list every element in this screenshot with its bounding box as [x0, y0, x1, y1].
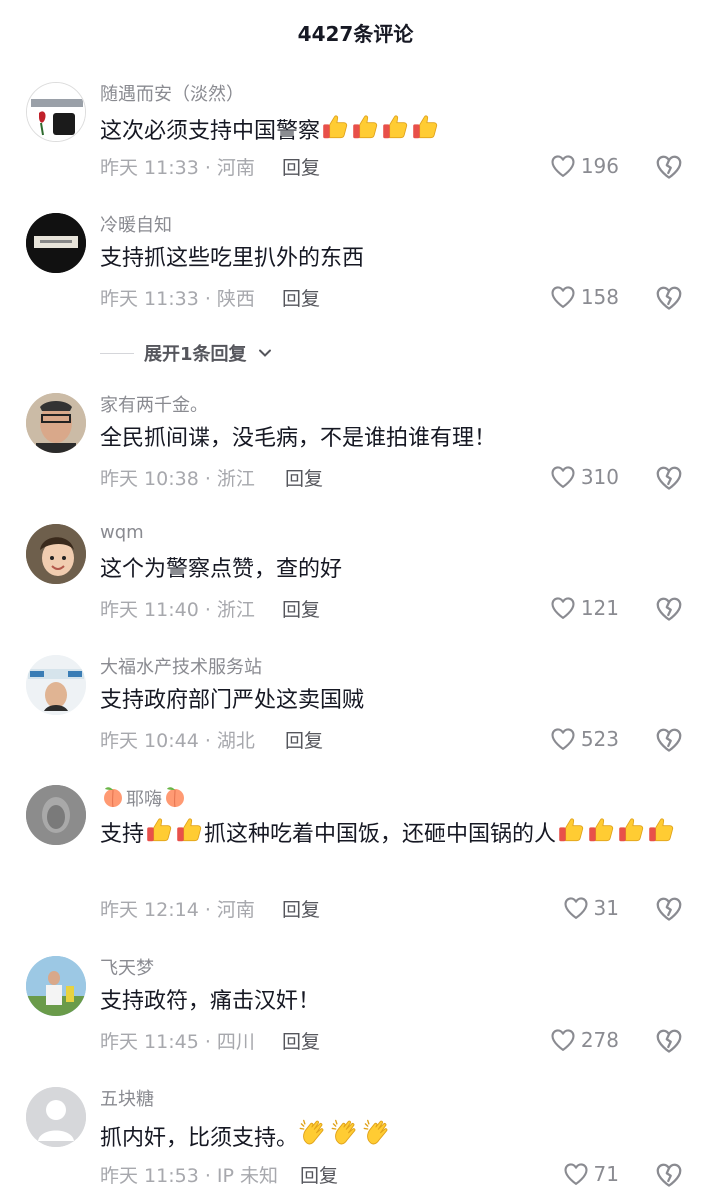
comment-meta: 昨天 10:44 · 湖北: [100, 730, 255, 752]
avatar[interactable]: [26, 1087, 86, 1147]
reply-button[interactable]: 回复: [285, 464, 323, 491]
like-button[interactable]: 278: [549, 1026, 619, 1054]
comment-meta: 昨天 11:53 · IP 未知: [100, 1165, 279, 1187]
avatar[interactable]: [26, 785, 86, 845]
reply-button[interactable]: 回复: [282, 153, 320, 180]
like-button[interactable]: 121: [549, 594, 619, 622]
thumbs-up-emoji: [380, 112, 410, 142]
comment-username[interactable]: 大福水产技术服务站: [100, 653, 262, 679]
like-button[interactable]: 71: [562, 1160, 619, 1188]
comment-text: 这次必须支持中国警察: [100, 112, 690, 148]
like-count: 523: [580, 727, 619, 751]
heart-outline-icon: [549, 1026, 577, 1054]
clapping-hands-emoji: [330, 1117, 362, 1149]
clapping-hands-emoji: [362, 1117, 394, 1149]
comments-header: 4427条评论: [0, 0, 711, 64]
thumbs-up-emoji: [586, 815, 616, 845]
avatar[interactable]: [26, 524, 86, 584]
like-count: 121: [580, 596, 619, 620]
comment-text: 抓内奸，比须支持。: [100, 1117, 690, 1155]
comment-username[interactable]: 家有两千金。: [100, 391, 208, 417]
heart-outline-icon: [562, 894, 590, 922]
thumbs-up-emoji: [410, 112, 440, 142]
expand-replies-button[interactable]: 展开1条回复: [100, 340, 273, 366]
like-button[interactable]: 523: [549, 725, 619, 753]
expand-replies-label: 展开1条回复: [144, 344, 247, 365]
broken-heart-icon[interactable]: [654, 1160, 684, 1190]
like-count: 71: [593, 1162, 619, 1186]
like-count: 310: [580, 465, 619, 489]
like-button[interactable]: 31: [562, 894, 619, 922]
reply-button[interactable]: 回复: [285, 726, 323, 753]
broken-heart-icon[interactable]: [654, 463, 684, 493]
comment-username[interactable]: 耶嗨: [100, 783, 188, 811]
comment-text: 支持政府部门严处这卖国贼: [100, 688, 365, 713]
comment-username[interactable]: 随遇而安（淡然）: [100, 80, 244, 106]
broken-heart-icon[interactable]: [654, 725, 684, 755]
heart-outline-icon: [549, 152, 577, 180]
like-count: 31: [593, 896, 619, 920]
heart-outline-icon: [549, 463, 577, 491]
like-button[interactable]: 158: [549, 283, 619, 311]
thumbs-up-emoji: [144, 815, 174, 845]
avatar[interactable]: [26, 393, 86, 453]
like-count: 278: [580, 1028, 619, 1052]
peach-emoji: [162, 783, 188, 809]
avatar[interactable]: [26, 655, 86, 715]
comment-meta: 昨天 12:14 · 河南: [100, 899, 255, 921]
comment-meta: 昨天 10:38 · 浙江: [100, 468, 255, 490]
broken-heart-icon[interactable]: [654, 894, 684, 924]
avatar[interactable]: [26, 956, 86, 1016]
comment-username[interactable]: 飞天梦: [100, 954, 154, 980]
comment-meta: 昨天 11:33 · 陕西: [100, 288, 255, 310]
heart-outline-icon: [549, 283, 577, 311]
avatar[interactable]: [26, 213, 86, 273]
like-button[interactable]: 196: [549, 152, 619, 180]
broken-heart-icon[interactable]: [654, 283, 684, 313]
avatar[interactable]: [26, 82, 86, 142]
comment-username[interactable]: wqm: [100, 522, 144, 543]
comment-text: 支持政符，痛击汉奸！: [100, 989, 321, 1014]
thumbs-up-emoji: [174, 815, 204, 845]
reply-button[interactable]: 回复: [282, 284, 320, 311]
thumbs-up-emoji: [616, 815, 646, 845]
reply-button[interactable]: 回复: [300, 1161, 338, 1188]
chevron-down-icon: [258, 349, 271, 357]
divider-line: [100, 352, 134, 354]
reply-button[interactable]: 回复: [282, 895, 320, 922]
heart-outline-icon: [549, 725, 577, 753]
like-count: 196: [580, 154, 619, 178]
broken-heart-icon[interactable]: [654, 1026, 684, 1056]
thumbs-up-emoji: [646, 815, 676, 845]
comment-text: 支持抓这些吃里扒外的东西: [100, 246, 365, 271]
comment-username[interactable]: 冷暖自知: [100, 211, 172, 237]
comment-text: 支持 抓这种吃着中国饭，还砸中国锅的人: [100, 815, 690, 851]
comment-username[interactable]: 五块糖: [100, 1085, 154, 1111]
broken-heart-icon[interactable]: [654, 594, 684, 624]
heart-outline-icon: [562, 1160, 590, 1188]
comment-meta: 昨天 11:45 · 四川: [100, 1031, 255, 1053]
comment-meta: 昨天 11:40 · 浙江: [100, 599, 255, 621]
comment-count-title: 4427条评论: [297, 22, 414, 46]
clapping-hands-emoji: [298, 1117, 330, 1149]
peach-emoji: [100, 783, 126, 809]
reply-button[interactable]: 回复: [282, 595, 320, 622]
heart-outline-icon: [549, 594, 577, 622]
thumbs-up-emoji: [320, 112, 350, 142]
reply-button[interactable]: 回复: [282, 1027, 320, 1054]
broken-heart-icon[interactable]: [654, 152, 684, 182]
thumbs-up-emoji: [556, 815, 586, 845]
like-button[interactable]: 310: [549, 463, 619, 491]
comment-text: 全民抓间谍，没毛病，不是谁拍谁有理！: [100, 426, 497, 451]
comment-text: 这个为警察点赞，查的好: [100, 557, 343, 582]
thumbs-up-emoji: [350, 112, 380, 142]
comment-meta: 昨天 11:33 · 河南: [100, 157, 255, 179]
like-count: 158: [580, 285, 619, 309]
